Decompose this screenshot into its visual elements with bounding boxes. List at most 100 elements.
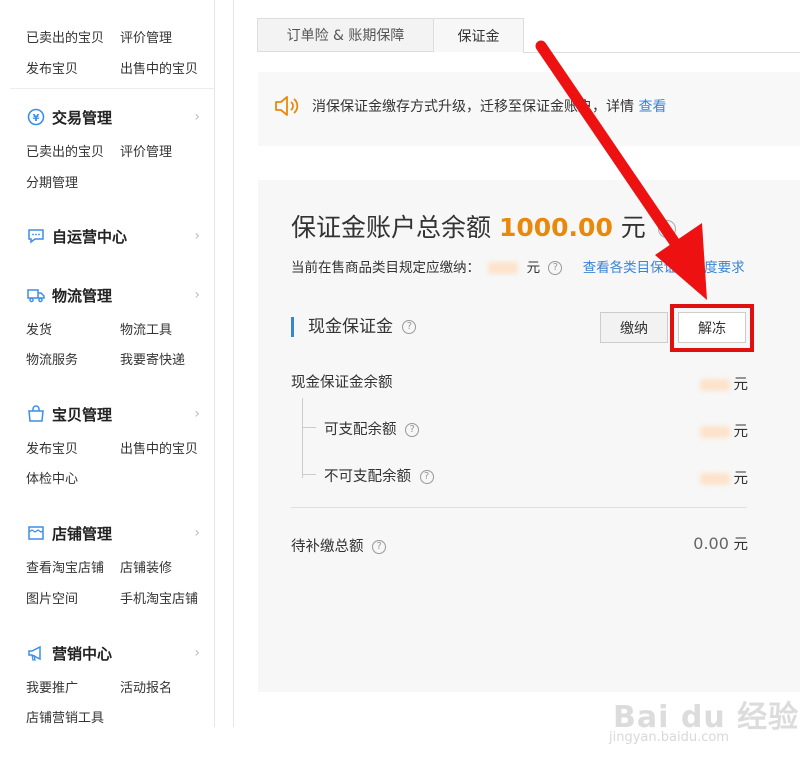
total-balance: 保证金账户总余额 1000.00 元 ?	[291, 208, 676, 244]
sidebar-section-self-operation[interactable]: 自运营中心 ›	[26, 224, 206, 248]
tree-branch	[302, 427, 316, 428]
truck-icon	[26, 285, 46, 305]
unit-label: 元	[733, 471, 749, 487]
pending-amount: 0.00	[693, 534, 729, 553]
sidebar-link[interactable]: 活动报名	[120, 677, 172, 696]
sidebar-link[interactable]: 店铺营销工具	[26, 711, 104, 726]
blurred-amount	[488, 262, 519, 274]
sidebar-row: 店铺营销工具	[26, 707, 104, 726]
sidebar-link[interactable]: 出售中的宝贝	[120, 58, 198, 77]
chevron-right-icon: ›	[194, 109, 200, 125]
pending-value: 0.00 元	[693, 533, 748, 554]
sidebar-link[interactable]: 物流服务	[26, 353, 78, 368]
sidebar-row: 已卖出的宝贝 评价管理	[26, 27, 172, 46]
divider	[291, 507, 747, 508]
sidebar-link[interactable]: 评价管理	[120, 27, 172, 46]
sidebar-section-store[interactable]: 店铺管理 ›	[26, 521, 206, 545]
available-label: 可支配余额	[324, 422, 397, 438]
sidebar-link[interactable]: 评价管理	[120, 141, 172, 160]
required-label: 当前在售商品类目规定应缴纳：	[291, 260, 480, 276]
help-icon[interactable]: ?	[548, 261, 563, 275]
sidebar-row: 发货 物流工具	[26, 319, 172, 338]
speaker-icon	[274, 94, 300, 118]
watermark-url: jingyan.baidu.com	[609, 730, 729, 745]
view-requirements-link[interactable]: 查看各类目保证金额度要求	[583, 260, 745, 276]
section-title: 店铺管理	[52, 524, 113, 543]
unavailable-label: 不可支配余额	[324, 469, 411, 485]
tab-underline	[523, 52, 800, 53]
section-title: 宝贝管理	[52, 405, 113, 424]
section-title: 交易管理	[52, 108, 113, 127]
chevron-right-icon: ›	[194, 645, 200, 661]
chevron-right-icon: ›	[194, 406, 200, 422]
sidebar-link[interactable]: 图片空间	[26, 592, 78, 607]
sidebar-section-items[interactable]: 宝贝管理 ›	[26, 402, 206, 426]
sidebar-link[interactable]: 已卖出的宝贝	[26, 31, 104, 46]
available-balance: 可支配余额 ?	[324, 418, 420, 439]
tab-label: 订单险 & 账期保障	[286, 28, 405, 44]
help-icon[interactable]: ?	[372, 540, 387, 554]
sidebar-row: 发布宝贝 出售中的宝贝	[26, 58, 198, 77]
sidebar-row: 已卖出的宝贝 评价管理	[26, 141, 172, 160]
tab-label: 保证金	[457, 28, 500, 45]
sidebar-link[interactable]: 发布宝贝	[26, 442, 78, 457]
total-unit: 元	[620, 213, 646, 242]
yen-circle-icon: ¥	[26, 107, 46, 127]
sidebar-link[interactable]: 体检中心	[26, 472, 78, 487]
required-amount-line: 当前在售商品类目规定应缴纳： 元 ? 查看各类目保证金额度要求	[291, 256, 745, 276]
sidebar-link[interactable]: 我要寄快递	[120, 349, 185, 368]
sidebar-link[interactable]: 已卖出的宝贝	[26, 145, 104, 160]
unit-label: 元	[733, 377, 749, 393]
tree-branch	[302, 474, 316, 475]
tab-deposit[interactable]: 保证金	[433, 18, 524, 52]
notice-text: 消保保证金缴存方式升级，迁移至保证金账户，详情 查看	[312, 96, 666, 116]
help-icon[interactable]: ?	[657, 220, 676, 238]
notice-link[interactable]: 查看	[638, 99, 666, 115]
available-value: 元	[696, 420, 748, 441]
help-icon[interactable]: ?	[402, 320, 417, 334]
notice-bar: 消保保证金缴存方式升级，迁移至保证金账户，详情 查看	[258, 72, 800, 146]
tab-order-insurance[interactable]: 订单险 & 账期保障	[257, 18, 434, 52]
highlight-box	[670, 304, 754, 352]
sidebar-link[interactable]: 我要推广	[26, 681, 78, 696]
sidebar: 已卖出的宝贝 评价管理 发布宝贝 出售中的宝贝 ¥ 交易管理 › 已卖出的宝贝 …	[10, 0, 215, 727]
sidebar-row: 分期管理	[26, 172, 78, 191]
sidebar-link[interactable]: 发货	[26, 323, 52, 338]
sidebar-row: 查看淘宝店铺 店铺装修	[26, 557, 172, 576]
sidebar-link[interactable]: 手机淘宝店铺	[120, 588, 198, 607]
sidebar-link[interactable]: 发布宝贝	[26, 62, 78, 77]
help-icon[interactable]: ?	[419, 470, 434, 484]
pay-button[interactable]: 缴纳	[600, 312, 668, 343]
deposit-panel: 保证金账户总余额 1000.00 元 ? 当前在售商品类目规定应缴纳： 元 ? …	[258, 180, 800, 692]
total-label: 保证金账户总余额	[291, 213, 492, 242]
sidebar-section-trade[interactable]: ¥ 交易管理 ›	[26, 105, 206, 129]
pending-label: 待补缴总额	[291, 539, 364, 555]
sidebar-section-logistics[interactable]: 物流管理 ›	[26, 283, 206, 307]
sidebar-row: 体检中心	[26, 468, 78, 487]
megaphone-icon	[26, 643, 46, 663]
baidu-watermark: Bai du 经验 jingyan.baidu.com	[605, 684, 798, 754]
cash-balance-value: 元	[696, 373, 749, 394]
pending-payment: 待补缴总额 ?	[291, 535, 387, 556]
store-icon	[26, 523, 46, 543]
tree-line	[302, 398, 303, 478]
sidebar-divider	[10, 88, 215, 89]
sidebar-link[interactable]: 店铺装修	[120, 557, 172, 576]
watermark-brand: Bai du 经验	[613, 700, 800, 735]
help-icon[interactable]: ?	[405, 423, 420, 437]
chevron-right-icon: ›	[194, 525, 200, 541]
sidebar-row: 物流服务 我要寄快递	[26, 349, 185, 368]
sidebar-row: 图片空间 手机淘宝店铺	[26, 588, 198, 607]
section-title: 自运营中心	[52, 227, 128, 246]
sidebar-row: 发布宝贝 出售中的宝贝	[26, 438, 198, 457]
sidebar-section-marketing[interactable]: 营销中心 ›	[26, 641, 206, 665]
sidebar-link[interactable]: 查看淘宝店铺	[26, 561, 104, 576]
unavailable-balance: 不可支配余额 ?	[324, 465, 434, 486]
cash-deposit-title: 现金保证金 ?	[291, 317, 417, 337]
content-divider	[233, 0, 234, 727]
sidebar-link[interactable]: 物流工具	[120, 319, 172, 338]
sidebar-link[interactable]: 分期管理	[26, 176, 78, 191]
sidebar-link[interactable]: 出售中的宝贝	[120, 438, 198, 457]
notice-message: 消保保证金缴存方式升级，迁移至保证金账户，详情	[312, 99, 634, 115]
sidebar-row: 我要推广 活动报名	[26, 677, 172, 696]
